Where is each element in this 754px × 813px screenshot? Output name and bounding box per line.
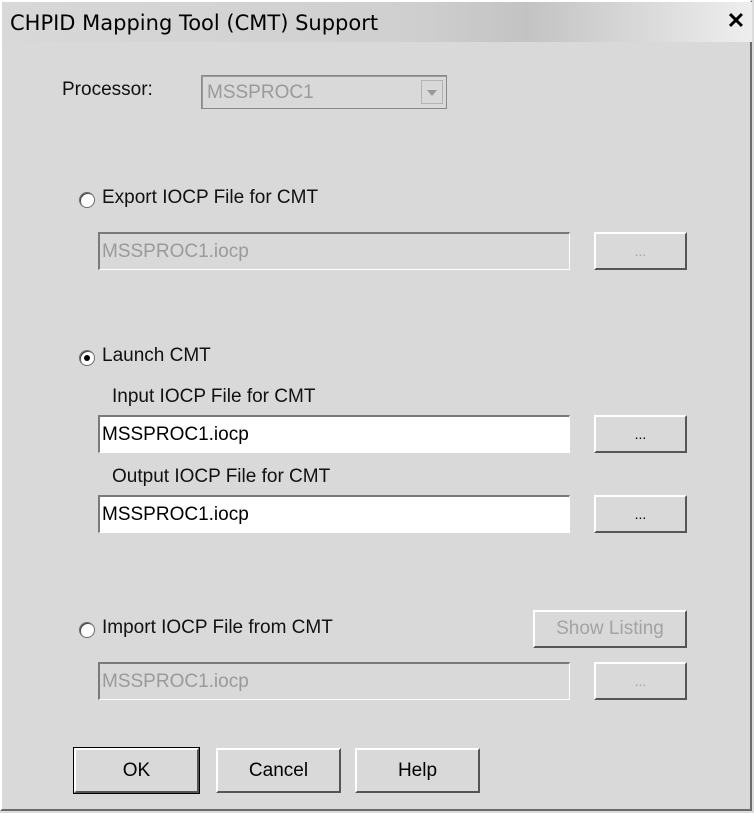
window-title: CHPID Mapping Tool (CMT) Support xyxy=(10,11,379,35)
export-file-field[interactable] xyxy=(98,232,570,270)
help-button[interactable]: Help xyxy=(355,748,480,793)
import-file-field[interactable] xyxy=(98,662,570,700)
export-browse-button[interactable]: ... xyxy=(594,232,687,270)
output-browse-button[interactable]: ... xyxy=(594,495,687,533)
launch-radio[interactable] xyxy=(79,350,95,366)
ok-button[interactable]: OK xyxy=(73,747,200,794)
import-radio[interactable] xyxy=(79,622,95,638)
processor-select-value: MSSPROC1 xyxy=(207,82,314,103)
input-file-field[interactable] xyxy=(98,415,570,453)
export-file-input[interactable] xyxy=(100,234,569,269)
close-icon: ✕ xyxy=(726,8,746,33)
input-file-input[interactable] xyxy=(100,417,569,452)
export-radio[interactable] xyxy=(79,192,95,208)
processor-label: Processor: xyxy=(62,79,153,100)
import-label[interactable]: Import IOCP File from CMT xyxy=(102,617,333,639)
show-listing-button[interactable]: Show Listing xyxy=(533,610,687,648)
output-file-field[interactable] xyxy=(98,495,570,533)
close-button[interactable]: ✕ xyxy=(724,8,748,34)
import-file-input[interactable] xyxy=(100,664,569,699)
output-file-label: Output IOCP File for CMT xyxy=(112,466,331,487)
cmt-support-dialog: CHPID Mapping Tool (CMT) Support ✕ Proce… xyxy=(0,0,752,811)
input-file-label: Input IOCP File for CMT xyxy=(112,386,316,407)
export-label[interactable]: Export IOCP File for CMT xyxy=(102,187,318,209)
title-bar[interactable]: CHPID Mapping Tool (CMT) Support ✕ xyxy=(2,2,752,42)
import-browse-button[interactable]: ... xyxy=(594,662,687,700)
input-browse-button[interactable]: ... xyxy=(594,415,687,453)
processor-select[interactable]: MSSPROC1 xyxy=(201,75,447,109)
chevron-down-icon[interactable] xyxy=(421,80,443,104)
output-file-input[interactable] xyxy=(100,497,569,532)
cancel-button[interactable]: Cancel xyxy=(216,748,341,793)
launch-label[interactable]: Launch CMT xyxy=(102,345,211,367)
